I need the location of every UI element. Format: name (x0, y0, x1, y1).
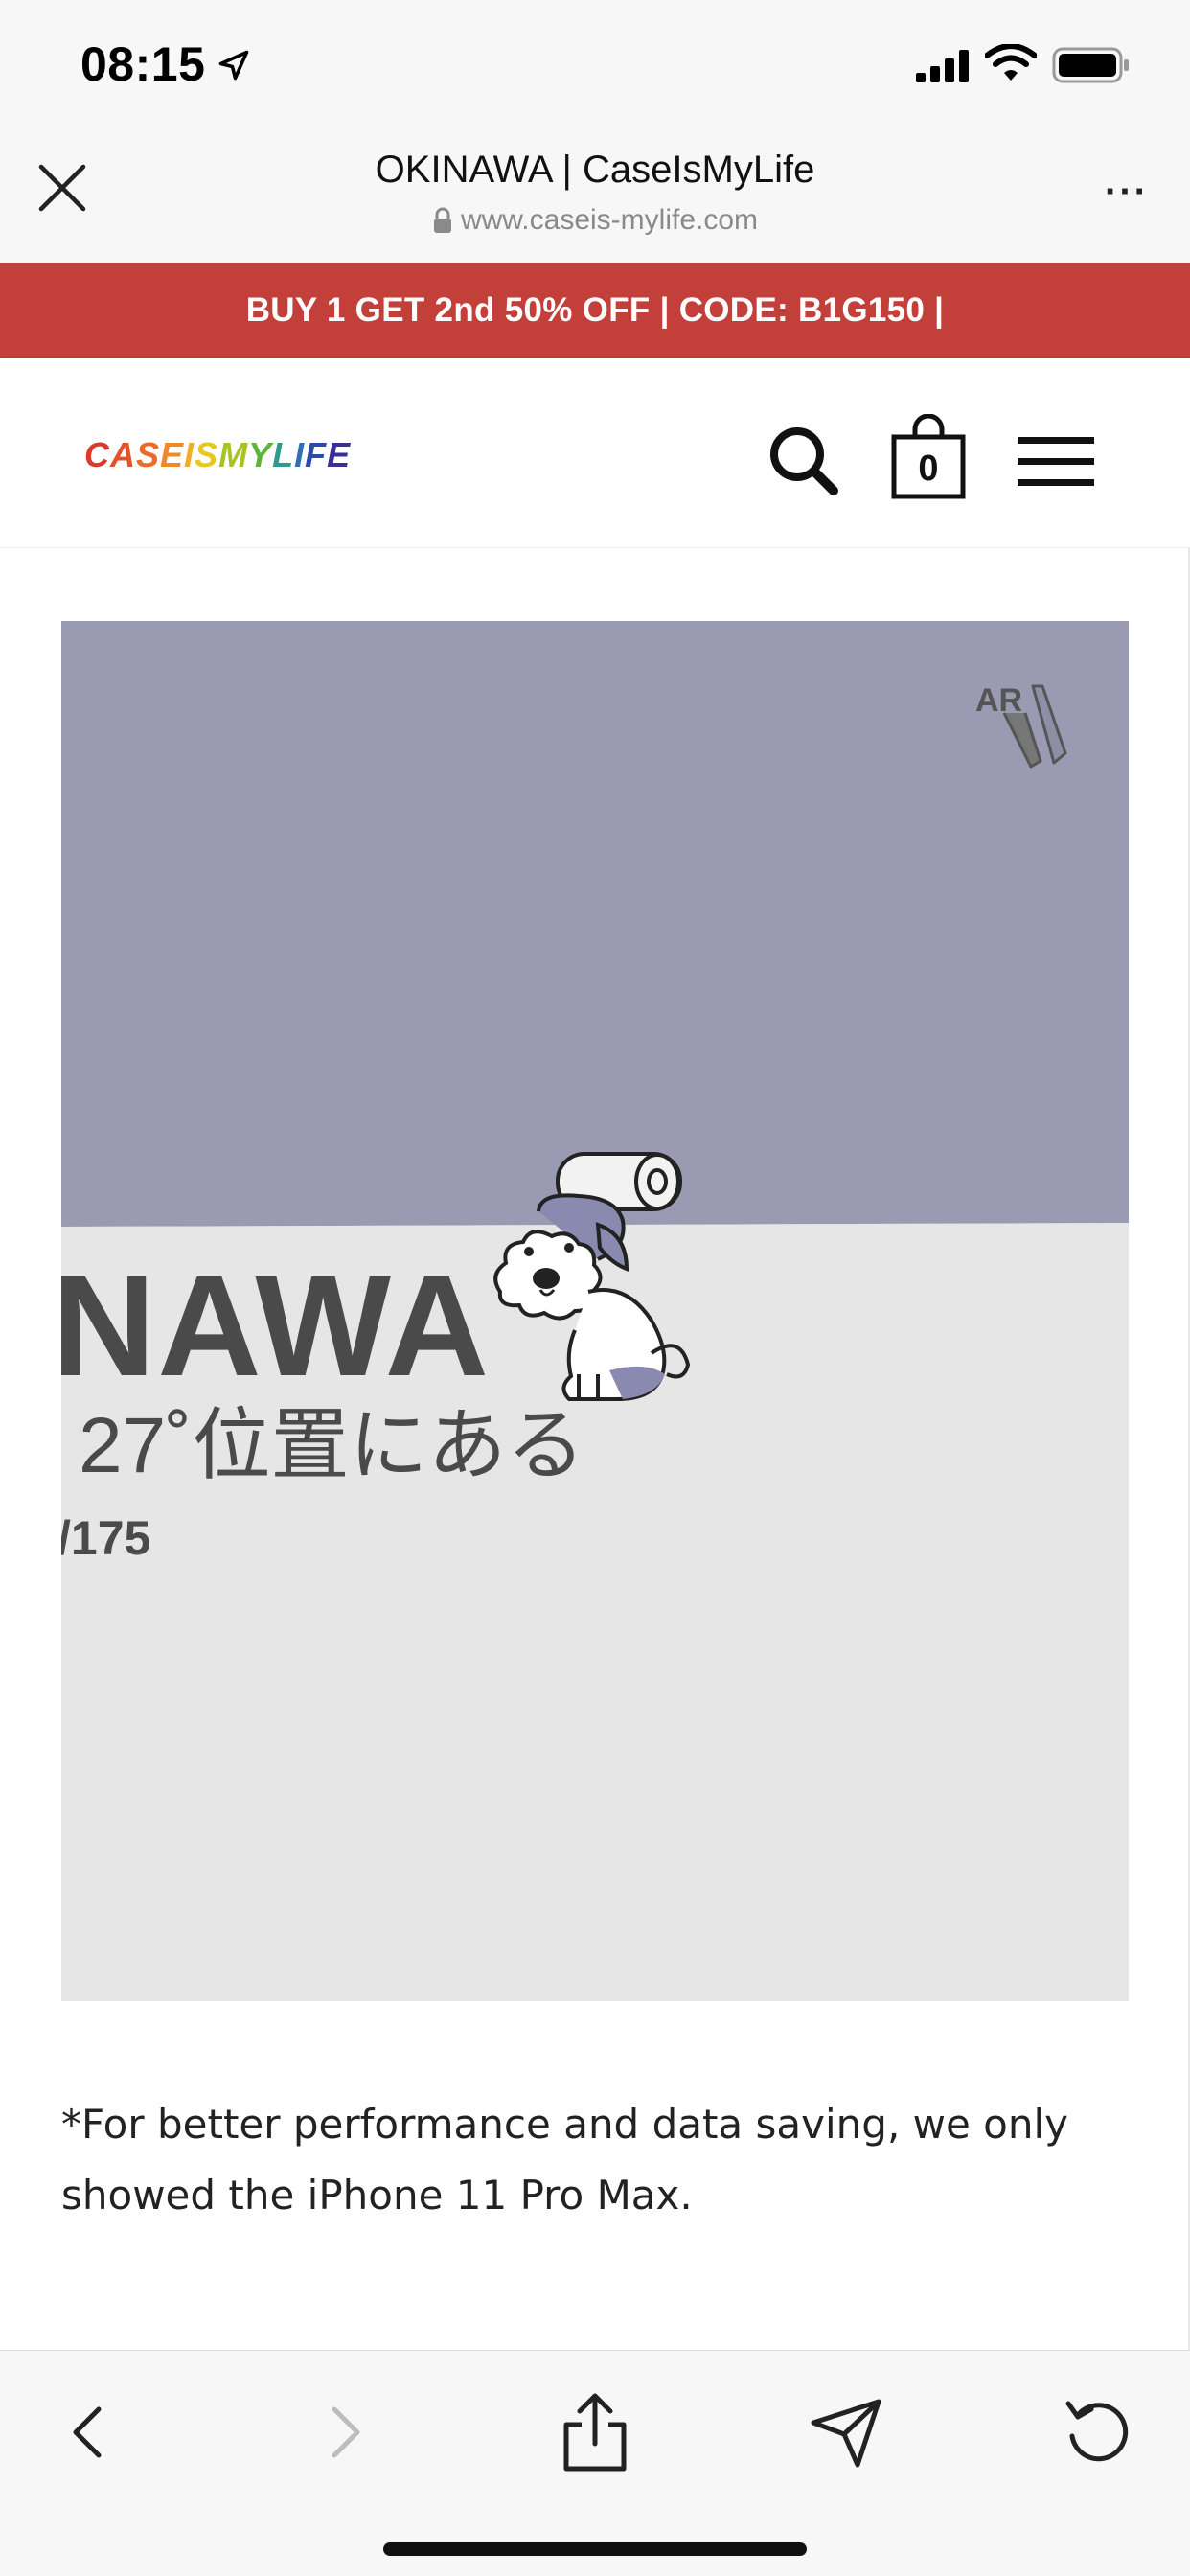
product-print-title: NAWA (61, 1245, 491, 1406)
lock-icon (433, 207, 451, 233)
dog-mascot-illustration (493, 1152, 691, 1401)
promo-banner[interactable]: BUY 1 GET 2nd 50% OFF | CODE: B1G150 | (0, 263, 1190, 358)
logo-letter: A (110, 435, 136, 474)
ar-icon[interactable]: AR (972, 675, 1077, 780)
forward-button[interactable] (299, 2389, 385, 2475)
cart-button[interactable]: 0 (889, 414, 968, 500)
logo-letter: F (305, 435, 328, 474)
browser-toolbar (0, 2350, 1190, 2576)
reload-button[interactable] (1054, 2389, 1140, 2475)
close-button[interactable] (29, 154, 96, 221)
logo-letter: E (160, 435, 185, 474)
logo-letter: C (84, 435, 110, 474)
logo-letter: Y (248, 435, 273, 474)
share-button[interactable] (552, 2389, 638, 2475)
page-url[interactable]: www.caseis-mylife.com (192, 204, 998, 237)
logo-letter: E (327, 435, 352, 474)
logo-letter: L (272, 435, 295, 474)
back-icon (73, 2406, 102, 2458)
status-bar: 08:15 (0, 0, 1190, 129)
site-header: CASEISMYLIFE 0 (0, 358, 1190, 548)
performance-note: *For better performance and data saving,… (61, 2101, 1069, 2219)
location-arrow-icon (218, 50, 249, 80)
page-title: OKINAWA | CaseIsMyLife (375, 149, 815, 191)
share-icon (563, 2393, 627, 2472)
send-icon (811, 2399, 881, 2468)
logo-letter: S (195, 435, 219, 474)
logo-letter: I (184, 435, 195, 474)
logo-letter: I (294, 435, 306, 474)
send-button[interactable] (803, 2389, 889, 2475)
site-logo[interactable]: CASEISMYLIFE (84, 435, 351, 475)
url-text: www.caseis-mylife.com (460, 204, 759, 236)
logo-letter: S (136, 435, 161, 474)
product-image[interactable]: AR NAWA 27˚位置にある /175 (61, 621, 1129, 2001)
promo-text: BUY 1 GET 2nd 50% OFF | CODE: B1G150 | (245, 291, 945, 329)
signal-icon (916, 50, 969, 82)
more-button[interactable]: ··· (1098, 171, 1156, 213)
product-print-latitude: 27˚位置にある (79, 1402, 585, 1489)
close-icon (38, 164, 86, 212)
cart-count: 0 (918, 448, 939, 489)
browser-header: OKINAWA | CaseIsMyLife www.caseis-mylife… (0, 129, 1190, 263)
back-button[interactable] (48, 2389, 134, 2475)
reload-icon (1065, 2401, 1129, 2462)
status-time: 08:15 (80, 37, 206, 91)
hamburger-menu-icon[interactable] (1016, 433, 1096, 491)
logo-letter: M (218, 435, 249, 474)
main-content: AR NAWA 27˚位置にある /175 *For better perfor… (0, 548, 1190, 2350)
home-indicator[interactable] (383, 2542, 807, 2556)
battery-icon (1052, 47, 1129, 83)
search-icon[interactable] (765, 422, 841, 498)
wifi-icon (985, 44, 1037, 80)
product-print-code: /175 (61, 1511, 151, 1565)
forward-icon (332, 2406, 360, 2458)
